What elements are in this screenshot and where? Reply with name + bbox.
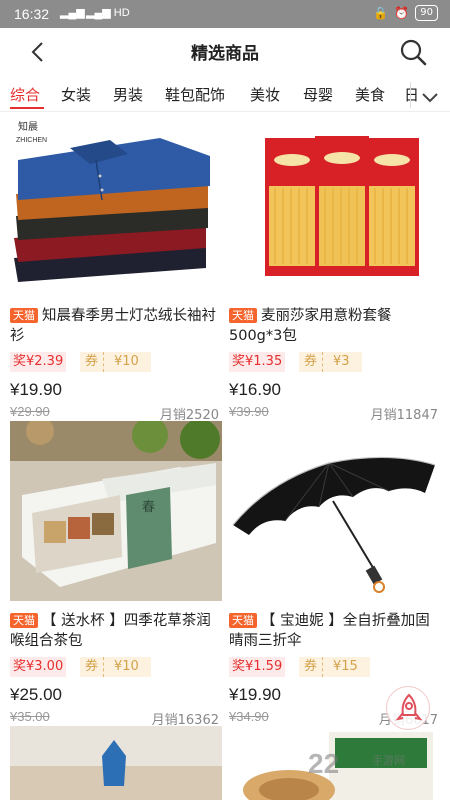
product-image-shirts[interactable]: 知晨 ZHICHEN [10, 116, 222, 296]
coupon-tag[interactable]: 券 ¥3 [299, 352, 362, 372]
product-price: ¥16.90 [229, 380, 281, 399]
app-root: 16:32 ▂▄▆ ▂▄▆ HD 🔒 ⏰ 90 精选商品 综合 女装 男装 鞋包… [0, 0, 450, 800]
original-price: ¥29.90 [10, 404, 50, 419]
coupon-tag[interactable]: 券 ¥10 [80, 657, 151, 677]
network-label: HD [113, 7, 130, 19]
product-image-umbrella[interactable] [229, 421, 441, 601]
lock-icon: 🔒 [373, 6, 389, 20]
status-right-icons: 🔒 ⏰ 90 [373, 5, 438, 21]
alarm-icon: ⏰ [394, 6, 410, 20]
coupon-value: ¥10 [114, 354, 139, 369]
svg-text:春: 春 [142, 500, 155, 515]
coupon-tag[interactable]: 券 ¥10 [80, 352, 151, 372]
product-title[interactable]: 天猫 知晨春季男士灯芯绒长袖衬衫 [10, 306, 224, 348]
tmall-badge: 天猫 [229, 613, 257, 628]
coupon-value: ¥10 [114, 659, 139, 674]
tmall-badge: 天猫 [10, 613, 38, 628]
tab-mother-baby[interactable]: 母婴 [303, 84, 333, 105]
active-tab-indicator [10, 107, 44, 109]
rebate-tag: 奖¥2.39 [10, 352, 67, 372]
header-bar: 精选商品 [0, 28, 450, 74]
product-price: ¥25.00 [10, 685, 62, 704]
coupon-value: ¥3 [333, 354, 350, 369]
tab-shoes-bags[interactable]: 鞋包配饰 [165, 84, 225, 105]
tab-divider [410, 82, 411, 108]
rebate-value: 奖¥1.59 [229, 657, 286, 677]
product-title-text: 【 送水杯 】四季花草茶润喉组合茶包 [10, 613, 211, 649]
tmall-badge: 天猫 [229, 308, 257, 323]
watermark-text: 手游网 [372, 754, 405, 767]
product-price: ¥19.90 [10, 380, 62, 399]
coupon-label: 券 [80, 352, 105, 372]
product-image-tea[interactable]: 春 [10, 421, 222, 601]
page-title: 精选商品 [191, 44, 259, 64]
tab-women[interactable]: 女装 [61, 84, 91, 105]
search-icon[interactable] [398, 37, 428, 67]
product-image-spaghetti[interactable] [229, 116, 441, 296]
tmall-badge: 天猫 [10, 308, 38, 323]
brand-logo-text: 知晨 [18, 120, 38, 133]
tab-daily[interactable]: 日 [404, 84, 419, 105]
rebate-tag: 奖¥1.35 [229, 352, 286, 372]
coupon-value: ¥15 [333, 659, 358, 674]
rocket-icon [395, 693, 423, 721]
product-price: ¥19.90 [229, 685, 281, 704]
signal-hd-icon: ▂▄▆ HD [86, 7, 130, 19]
signal-icon: ▂▄▆ [60, 7, 85, 19]
product-title[interactable]: 天猫【 宝迪妮 】全自折叠加固晴雨三折伞 [229, 611, 443, 653]
tab-beauty[interactable]: 美妆 [250, 84, 280, 105]
rebate-value: 奖¥1.35 [229, 352, 286, 372]
coupon-label: 券 [80, 657, 105, 677]
product-title[interactable]: 天猫【 送水杯 】四季花草茶润喉组合茶包 [10, 611, 224, 653]
category-tabs: 综合 女装 男装 鞋包配饰 美妆 母婴 美食 日 [0, 78, 450, 112]
original-price: ¥34.90 [229, 709, 269, 724]
product-title[interactable]: 天猫 麦丽莎家用意粉套餐500g*3包 [229, 306, 443, 348]
product-title-text: 【 宝迪妮 】全自折叠加固晴雨三折伞 [229, 613, 430, 649]
rebate-tag: 奖¥1.59 [229, 657, 286, 677]
original-price: ¥35.00 [10, 709, 50, 724]
battery-icon: 90 [415, 5, 438, 21]
product-title-text: 知晨春季男士灯芯绒长袖衬衫 [10, 308, 216, 344]
coupon-label: 券 [299, 657, 324, 677]
brand-logo-sub: ZHICHEN [16, 137, 47, 144]
rebate-value: 奖¥3.00 [10, 657, 67, 677]
tab-comprehensive[interactable]: 综合 [10, 84, 40, 105]
product-image-partial[interactable] [10, 726, 222, 800]
watermark-logo: 22 [308, 748, 340, 779]
coupon-tag[interactable]: 券 ¥15 [299, 657, 370, 677]
chevron-down-icon[interactable] [418, 86, 442, 108]
status-time: 16:32 [14, 6, 50, 22]
original-price: ¥39.90 [229, 404, 269, 419]
rebate-tag: 奖¥3.00 [10, 657, 67, 677]
rebate-value: 奖¥2.39 [10, 352, 67, 372]
tab-food[interactable]: 美食 [355, 84, 385, 105]
back-to-top-button[interactable] [386, 686, 430, 730]
status-bar: 16:32 ▂▄▆ ▂▄▆ HD 🔒 ⏰ 90 [0, 0, 450, 28]
tab-men[interactable]: 男装 [113, 84, 143, 105]
coupon-label: 券 [299, 352, 324, 372]
